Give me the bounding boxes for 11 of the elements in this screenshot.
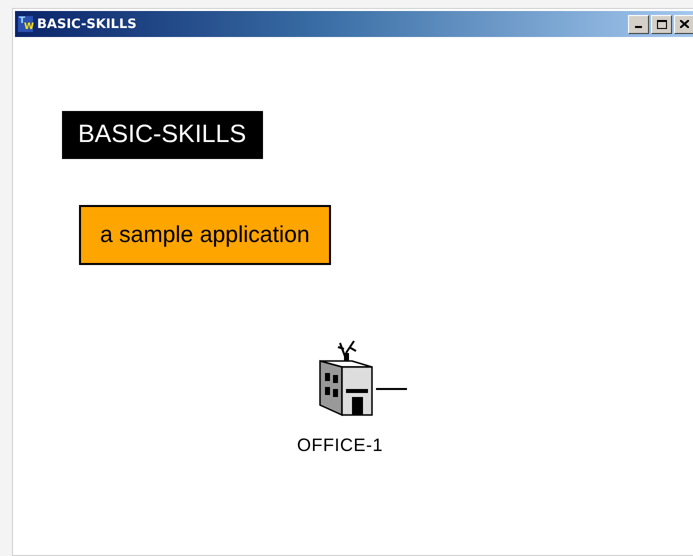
close-button[interactable]: [674, 14, 693, 34]
connector-stub: [376, 388, 407, 390]
title-label: BASIC-SKILLS: [62, 111, 264, 159]
app-icon: T W: [18, 16, 33, 32]
maximize-icon: [656, 20, 666, 28]
maximize-button[interactable]: [651, 14, 672, 34]
minimize-button[interactable]: [628, 14, 649, 34]
object-label: OFFICE-1: [297, 435, 384, 456]
text-label: a sample application: [79, 205, 331, 265]
window-title: BASIC-SKILLS: [37, 16, 138, 32]
close-icon: [680, 20, 689, 28]
